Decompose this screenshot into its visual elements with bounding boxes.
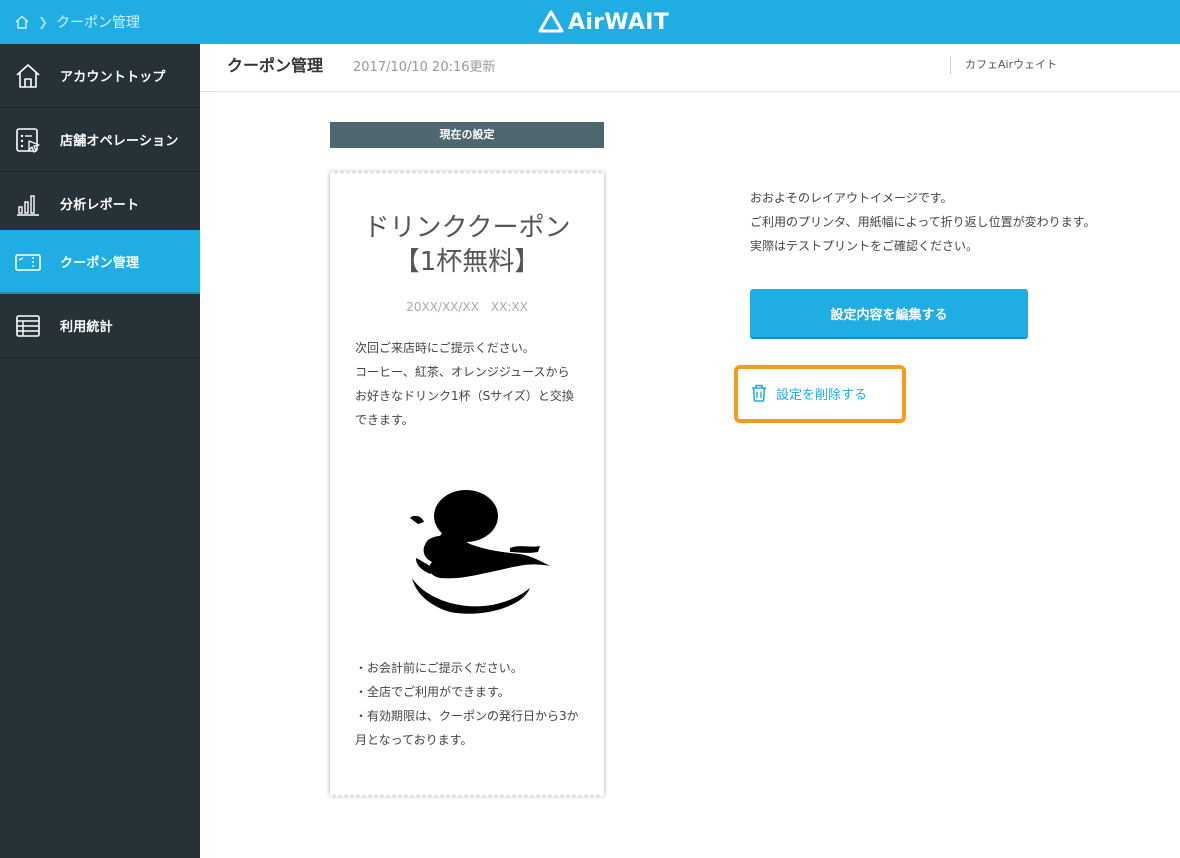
home-icon [14, 62, 42, 90]
sidebar-item-label: クーポン管理 [60, 255, 140, 271]
coupon-body-line: コーヒー、紅茶、オレンジジュースから [355, 365, 570, 379]
delete-highlight-box: 設定を削除する [734, 365, 906, 423]
sidebar: アカウントトップ 店舗オペレーション 分析レポート クーポン管理 利用統計 [0, 44, 200, 858]
breadcrumb-current: クーポン管理 [56, 15, 141, 31]
sidebar-item-usage-stats[interactable]: 利用統計 [0, 294, 200, 358]
page-header: クーポン管理 2017/10/10 20:16更新 カフェAirウェイト [200, 44, 1180, 92]
store-name: カフェAirウェイト [950, 56, 1057, 74]
trash-icon [750, 383, 768, 403]
current-settings-label: 現在の設定 [330, 122, 604, 148]
clipboard-cursor-icon [14, 126, 42, 154]
edit-settings-button[interactable]: 設定内容を編集する [750, 289, 1028, 339]
sidebar-item-label: アカウントトップ [60, 70, 166, 85]
sidebar-item-label: 利用統計 [60, 320, 113, 335]
coupon-body-line: できます。 [355, 413, 414, 427]
page-title: クーポン管理 [227, 56, 324, 75]
coupon-title-line2: 【1杯無料】 [393, 247, 541, 277]
coupon-note-line: ・お会計前にご提示ください。 [355, 661, 523, 675]
coupon-note-line: 月となっております。 [355, 733, 473, 747]
breadcrumb: ❯ クーポン管理 [14, 0, 140, 44]
info-line: おおよそのレイアウトイメージです。 [750, 191, 953, 205]
chevron-right-icon: ❯ [38, 15, 49, 29]
coupon-body-line: お好きなドリンク1杯（Sサイズ）と交換 [355, 389, 574, 403]
receipt-preview: ドリンククーポン 【1杯無料】 20XX/XX/XX XX:XX 次回ご来店時に… [324, 166, 610, 806]
table-icon [14, 312, 42, 340]
layout-info-text: おおよそのレイアウトイメージです。 ご利用のプリンタ、用紙幅によって折り返し位置… [750, 186, 1150, 258]
coupon-note-line: ・全店でご利用ができます。 [355, 685, 510, 699]
coupon-body: 次回ご来店時にご提示ください。 コーヒー、紅茶、オレンジジュースから お好きなド… [355, 336, 585, 432]
brand-name: AirWAIT [568, 9, 670, 35]
sidebar-item-label: 分析レポート [60, 198, 140, 213]
sidebar-item-account-top[interactable]: アカウントトップ [0, 44, 200, 108]
delete-settings-link[interactable]: 設定を削除する [750, 383, 867, 403]
updated-timestamp: 2017/10/10 20:16更新 [353, 60, 496, 75]
home-icon[interactable] [14, 14, 30, 30]
info-line: 実際はテストプリントをご確認ください。 [750, 239, 979, 253]
coupon-note-line: ・有効期限は、クーポンの発行日から3か [355, 709, 579, 723]
sidebar-item-analytics-report[interactable]: 分析レポート [0, 172, 200, 236]
coupon-date: 20XX/XX/XX XX:XX [406, 300, 528, 314]
delete-settings-label: 設定を削除する [776, 387, 868, 403]
sidebar-item-coupon-management[interactable]: クーポン管理 [0, 230, 200, 294]
top-bar: ❯ クーポン管理 AirWAIT [0, 0, 1180, 44]
sidebar-item-store-operation[interactable]: 店舗オペレーション [0, 108, 200, 172]
coupon-body-line: 次回ご来店時にご提示ください。 [355, 341, 535, 355]
brand-logo: AirWAIT [538, 8, 669, 36]
ticket-icon [14, 248, 42, 276]
bar-chart-icon [14, 190, 42, 218]
sidebar-item-label: 店舗オペレーション [60, 134, 179, 149]
coupon-title-line1: ドリンククーポン [363, 213, 571, 243]
triangle-logo-icon [538, 10, 564, 33]
coffee-cup-image [400, 478, 550, 622]
info-line: ご利用のプリンタ、用紙幅によって折り返し位置が変わります。 [750, 215, 1096, 229]
receipt-content: ドリンククーポン 【1杯無料】 20XX/XX/XX XX:XX 次回ご来店時に… [330, 166, 604, 806]
coupon-notes: ・お会計前にご提示ください。 ・全店でご利用ができます。 ・有効期限は、クーポン… [355, 656, 595, 752]
